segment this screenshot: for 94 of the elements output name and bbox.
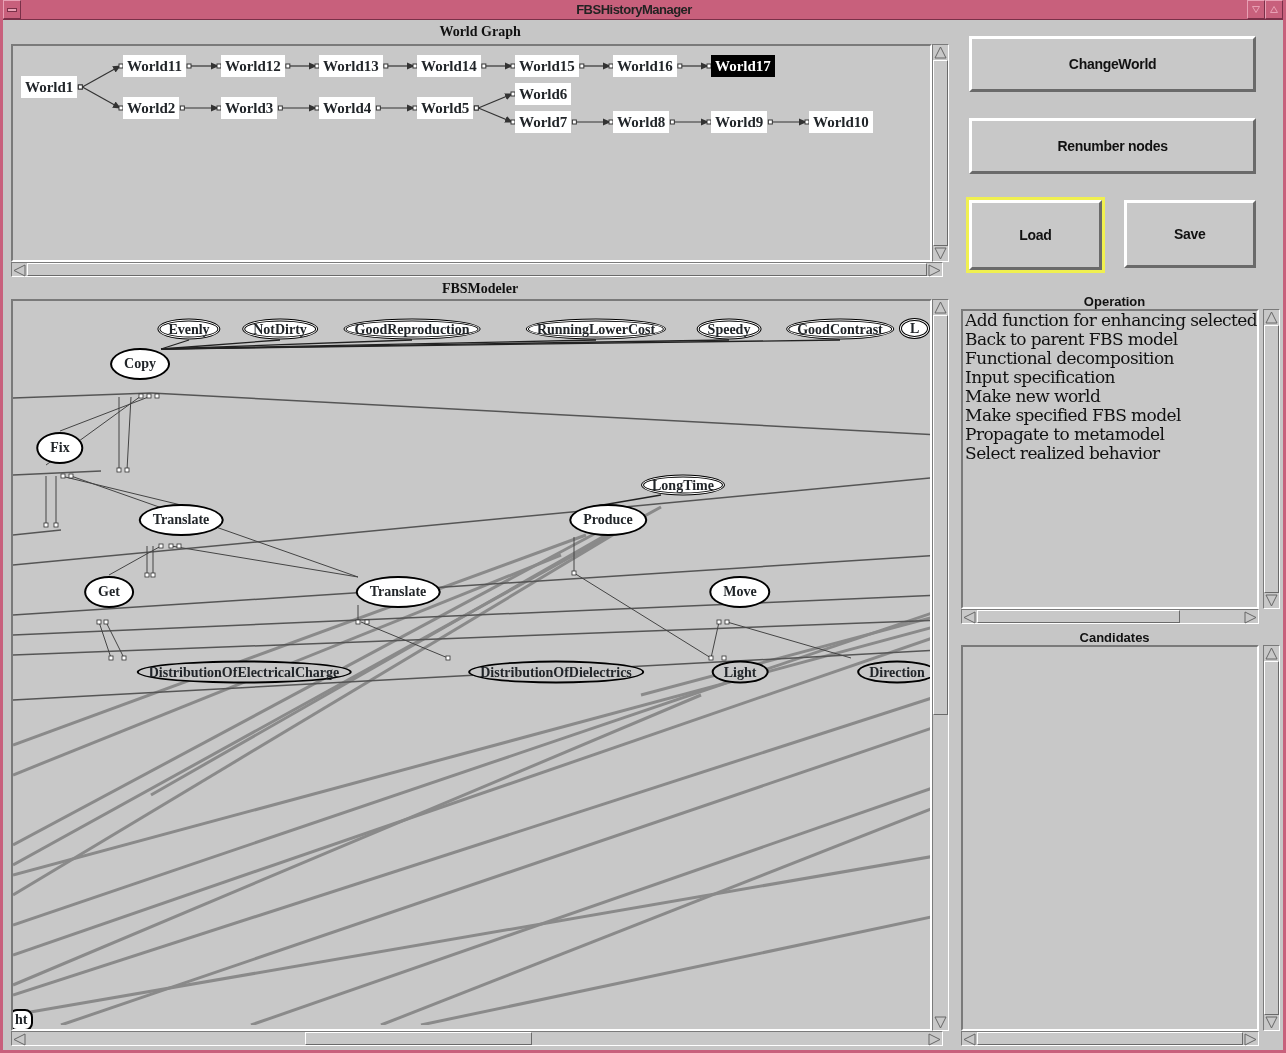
- world-node[interactable]: World5: [417, 97, 474, 119]
- scroll-down-arrow-icon[interactable]: [1265, 1016, 1278, 1029]
- world-node[interactable]: World8: [613, 111, 670, 133]
- horizontal-scrollbar[interactable]: [961, 1031, 1259, 1046]
- connector-arrow: [77, 84, 124, 111]
- scroll-right-arrow-icon[interactable]: [1244, 611, 1257, 624]
- horizontal-scrollbar[interactable]: [11, 262, 943, 277]
- world-node[interactable]: World12: [221, 55, 285, 77]
- scroll-right-arrow-icon[interactable]: [928, 264, 941, 277]
- minimize-icon: [1252, 6, 1260, 13]
- scroll-left-arrow-icon[interactable]: [13, 1033, 26, 1046]
- action-button[interactable]: Load: [969, 200, 1102, 270]
- scroll-up-arrow-icon[interactable]: [1265, 311, 1278, 324]
- list-item[interactable]: Make specified FBS model: [963, 406, 1257, 425]
- scroll-left-arrow-icon[interactable]: [963, 1033, 977, 1046]
- connector-arrow: [579, 62, 614, 70]
- panel-title: Operation: [1082, 294, 1147, 309]
- panel-title: Candidates: [1078, 630, 1151, 645]
- world-node[interactable]: World13: [319, 55, 383, 77]
- vertical-scrollbar[interactable]: [932, 44, 950, 262]
- panel-title: FBSModeler: [440, 280, 520, 298]
- list-item[interactable]: Add function for enhancing selected: [963, 311, 1257, 330]
- world-node[interactable]: World10: [809, 111, 873, 133]
- entity-node[interactable]: Light: [711, 660, 769, 684]
- vertical-scrollbar[interactable]: [1263, 645, 1280, 1031]
- entity-node[interactable]: Direction: [857, 660, 931, 684]
- list-item[interactable]: Make new world: [963, 387, 1257, 406]
- connector-arrow: [179, 104, 222, 112]
- minimize-button[interactable]: [1247, 0, 1265, 19]
- list-item[interactable]: Back to parent FBS model: [963, 330, 1257, 349]
- list-item[interactable]: Input specification: [963, 368, 1257, 387]
- list-item[interactable]: Select realized behavior: [963, 444, 1257, 463]
- connector-arrow: [277, 104, 320, 112]
- connector-arrow: [767, 118, 810, 126]
- world-node[interactable]: World17: [711, 55, 775, 77]
- feature-node[interactable]: GoodReproduction: [343, 318, 481, 340]
- world-node[interactable]: World7: [515, 111, 572, 133]
- connector-arrow: [669, 118, 712, 126]
- action-button[interactable]: Save: [1123, 200, 1256, 268]
- scroll-up-arrow-icon[interactable]: [934, 46, 948, 59]
- world-node[interactable]: World9: [711, 111, 768, 133]
- connector-arrow: [285, 62, 320, 70]
- window-menu-button[interactable]: [3, 0, 21, 19]
- function-node[interactable]: Produce: [569, 504, 647, 536]
- window-title: FBSHistoryManager: [575, 1, 693, 19]
- menu-icon: [7, 7, 17, 12]
- world-node[interactable]: World1: [21, 76, 78, 98]
- horizontal-scrollbar[interactable]: [961, 609, 1259, 624]
- scroll-down-arrow-icon[interactable]: [1265, 594, 1278, 607]
- entity-node[interactable]: DistributionOfElectricalCharge: [136, 660, 352, 684]
- scroll-up-arrow-icon[interactable]: [1265, 647, 1278, 660]
- action-button[interactable]: ChangeWorld: [969, 36, 1256, 92]
- world-node[interactable]: World6: [515, 83, 572, 105]
- world-node[interactable]: World15: [515, 55, 579, 77]
- feature-node[interactable]: GoodContrast: [786, 318, 894, 340]
- connector-arrow: [677, 62, 712, 70]
- vertical-scrollbar[interactable]: [1263, 309, 1280, 609]
- partial-node[interactable]: ht: [13, 1009, 34, 1029]
- connector-arrow: [186, 62, 222, 70]
- entity-node[interactable]: DistributionOfDielectrics: [468, 660, 644, 684]
- world-node[interactable]: World2: [123, 97, 180, 119]
- list-item[interactable]: Propagate to metamodel: [963, 425, 1257, 444]
- scroll-right-arrow-icon[interactable]: [1244, 1033, 1257, 1046]
- scroll-up-arrow-icon[interactable]: [934, 301, 948, 314]
- maximize-icon: [1270, 6, 1278, 13]
- horizontal-scrollbar[interactable]: [11, 1031, 943, 1046]
- function-node[interactable]: Fix: [36, 432, 84, 464]
- connector-arrow: [481, 62, 516, 70]
- function-node[interactable]: Copy: [110, 348, 170, 380]
- action-button[interactable]: Renumber nodes: [969, 118, 1256, 174]
- scrollbar-thumb[interactable]: [305, 1032, 532, 1045]
- feature-node[interactable]: L: [899, 318, 931, 339]
- function-node[interactable]: Translate: [355, 576, 441, 608]
- connector-arrow: [571, 118, 614, 126]
- list-item[interactable]: Functional decomposition: [963, 349, 1257, 368]
- world-node[interactable]: World3: [221, 97, 278, 119]
- world-node[interactable]: World14: [417, 55, 481, 77]
- world-node[interactable]: World16: [613, 55, 677, 77]
- world-node[interactable]: World11: [123, 55, 186, 77]
- function-node[interactable]: Translate: [138, 504, 224, 536]
- maximize-button[interactable]: [1265, 0, 1283, 19]
- connector-arrow: [383, 62, 418, 70]
- function-node[interactable]: Get: [84, 576, 134, 608]
- connector-arrow: [473, 105, 516, 125]
- scroll-left-arrow-icon[interactable]: [963, 611, 977, 624]
- vertical-scrollbar[interactable]: [932, 299, 950, 1031]
- panel-title: World Graph: [438, 23, 522, 41]
- scroll-down-arrow-icon[interactable]: [934, 1016, 948, 1029]
- scroll-right-arrow-icon[interactable]: [928, 1033, 941, 1046]
- world-node[interactable]: World4: [319, 97, 376, 119]
- scroll-left-arrow-icon[interactable]: [13, 264, 26, 277]
- scroll-down-arrow-icon[interactable]: [934, 247, 948, 260]
- function-node[interactable]: Move: [709, 576, 771, 608]
- connector-arrow: [375, 104, 418, 112]
